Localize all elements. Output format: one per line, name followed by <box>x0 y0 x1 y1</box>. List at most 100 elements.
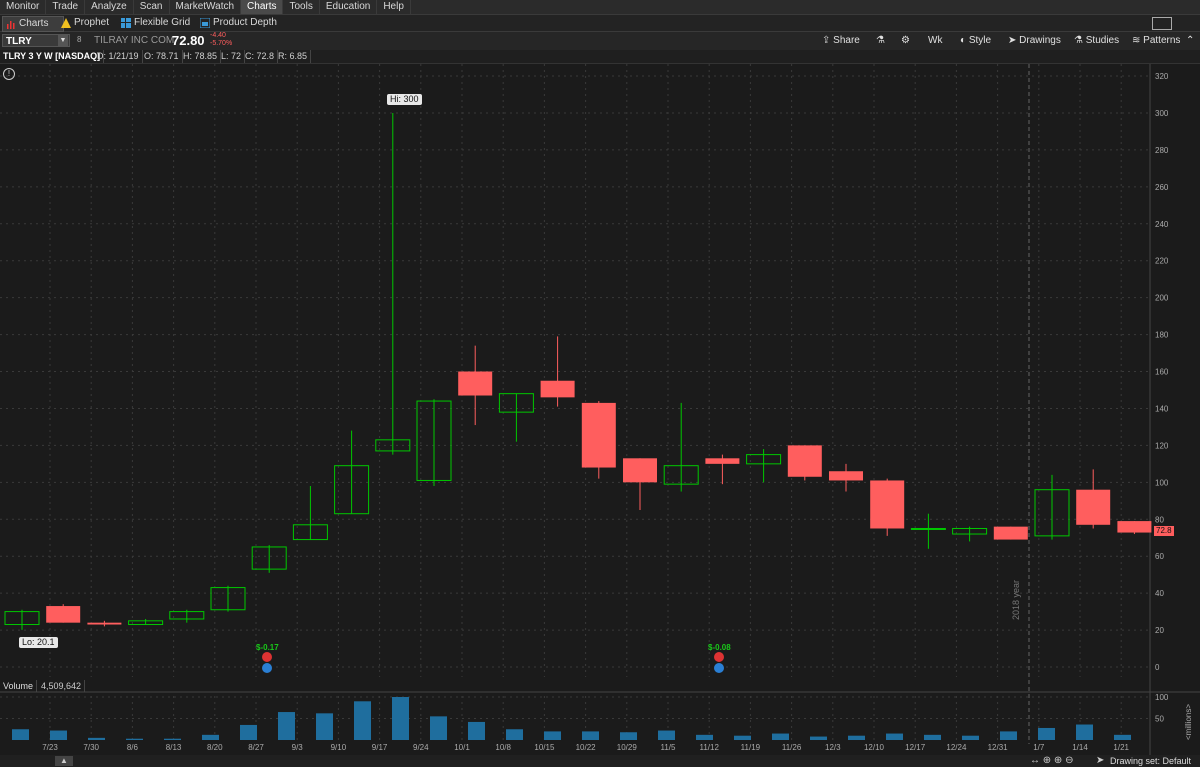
info-icon[interactable]: ! <box>3 68 15 80</box>
menu-item-trade[interactable]: Trade <box>46 0 86 14</box>
candle-body <box>1076 489 1111 525</box>
price-tick-label: 320 <box>1155 72 1169 81</box>
grid-icon <box>121 18 131 28</box>
price-tick-label: 140 <box>1155 404 1169 413</box>
candle-body <box>87 622 122 625</box>
window-layout-icon[interactable] <box>1152 17 1172 30</box>
date-tick-label: 12/24 <box>946 743 967 752</box>
menu-item-marketwatch[interactable]: MarketWatch <box>170 0 242 14</box>
info-close: C: 72.8 <box>242 50 279 63</box>
date-tick-label: 10/8 <box>495 743 511 752</box>
gear-icon[interactable]: ⚙ <box>901 34 910 48</box>
dividend-icon[interactable] <box>714 663 724 673</box>
menu-item-tools[interactable]: Tools <box>283 0 320 14</box>
volume-bar <box>50 730 67 740</box>
tab-label: Flexible Grid <box>134 17 191 28</box>
drawing-set-label: Drawing set: Default <box>1110 756 1192 766</box>
date-tick-label: 10/22 <box>576 743 597 752</box>
menu-item-analyze[interactable]: Analyze <box>85 0 134 14</box>
volume-bar <box>962 735 979 740</box>
candle-body <box>623 458 657 483</box>
volume-bar <box>468 721 485 740</box>
menu-item-help[interactable]: Help <box>377 0 411 14</box>
studies-button[interactable]: ⚗ Studies <box>1074 34 1119 48</box>
menu-item-charts[interactable]: Charts <box>241 0 284 14</box>
volume-unit: <millions> <box>1184 703 1193 740</box>
price-tick-label: 220 <box>1155 257 1169 266</box>
price-chart[interactable]: 0 20 40 60 80 100 120 140 160 180 200 220 240 260 280 3… <box>0 64 1200 755</box>
volume-value: 4,509,642 <box>38 680 86 692</box>
date-tick-label: 11/5 <box>661 743 677 752</box>
candle-body <box>46 606 81 623</box>
date-tick-label: 10/15 <box>534 743 555 752</box>
expand-icon[interactable]: ▲ <box>55 756 73 766</box>
price-tick-label: 300 <box>1155 109 1169 118</box>
symbol-bar: TLRY ▼ 8 TILRAY INC COM 72.80 -4.40 -5.7… <box>0 32 1200 51</box>
info-date: D: 1/21/19 <box>94 50 143 63</box>
candle-body <box>540 380 575 398</box>
patterns-button[interactable]: ≋ Patterns <box>1132 34 1180 48</box>
volume-bar <box>392 697 409 740</box>
price-tick-label: 200 <box>1155 294 1169 303</box>
date-tick-label: 9/10 <box>331 743 347 752</box>
period-selector[interactable]: Wk <box>928 34 942 48</box>
earnings-icon[interactable] <box>714 652 724 662</box>
menu-item-monitor[interactable]: Monitor <box>0 0 47 14</box>
candle-body <box>910 527 946 530</box>
volume-bar <box>620 732 637 740</box>
volume-bar <box>278 712 295 740</box>
info-low: L: 72 <box>218 50 246 63</box>
chart-title: TLRY 3 Y W [NASDAQ] <box>0 50 105 63</box>
tab-flexible-grid[interactable]: Flexible Grid <box>118 16 204 30</box>
share-button[interactable]: ⇪ Share <box>822 34 860 48</box>
volume-bar <box>924 734 941 740</box>
link-icon[interactable]: 8 <box>77 35 81 44</box>
cursor-icon[interactable]: ➤ <box>1096 755 1104 766</box>
high-label: Hi: 300 <box>387 94 422 105</box>
price-tick-label: 240 <box>1155 220 1169 229</box>
date-tick-label: 12/10 <box>864 743 885 752</box>
price-tick-label: 260 <box>1155 183 1169 192</box>
menu-item-education[interactable]: Education <box>320 0 378 14</box>
price-tick-label: 20 <box>1155 626 1164 635</box>
date-tick-label: 8/13 <box>166 743 182 752</box>
style-button[interactable]: ◐ Style <box>960 34 991 48</box>
date-tick-label: 12/3 <box>825 743 841 752</box>
price-tick-label: 120 <box>1155 441 1169 450</box>
tab-charts[interactable]: Charts <box>2 16 64 32</box>
volume-tick-label: 100 <box>1155 693 1169 702</box>
volume-bar <box>12 729 29 740</box>
year-divider-label: 2018 year <box>1011 579 1021 620</box>
chevron-down-icon[interactable]: ▼ <box>58 35 68 46</box>
net-change: -4.40 <box>210 32 226 39</box>
last-price: 72.80 <box>172 33 205 48</box>
volume-bar <box>506 729 523 740</box>
dividend-icon[interactable] <box>262 663 272 673</box>
depth-icon <box>200 18 210 28</box>
earnings-icon[interactable] <box>262 652 272 662</box>
candle-body <box>829 471 863 481</box>
tab-prophet[interactable]: Prophet <box>58 16 126 30</box>
menu-bar: Monitor Trade Analyze Scan MarketWatch Charts… <box>0 0 1200 15</box>
volume-bar <box>88 737 105 740</box>
volume-bar <box>582 731 599 740</box>
tab-label: Prophet <box>74 17 110 28</box>
volume-bar <box>1114 734 1131 740</box>
volume-bar <box>1038 727 1055 740</box>
studies-label: Studies <box>1085 35 1120 46</box>
volume-bar <box>430 716 447 740</box>
info-open: O: 78.71 <box>141 50 183 63</box>
menu-item-scan[interactable]: Scan <box>134 0 170 14</box>
volume-bar <box>1000 731 1017 740</box>
volume-bar <box>658 730 675 740</box>
price-tick-label: 60 <box>1155 552 1164 561</box>
tab-product-depth[interactable]: Product Depth <box>197 16 291 30</box>
price-tick-label: 40 <box>1155 589 1164 598</box>
flask-icon[interactable]: ⚗ <box>876 34 885 48</box>
date-tick-label: 1/14 <box>1072 743 1088 752</box>
pan-icon[interactable]: ↔ ⊕ ⊕ ⊖ <box>1030 755 1073 766</box>
drawings-button[interactable]: ➤ Drawings <box>1008 34 1061 48</box>
collapse-icon[interactable]: ⌃ <box>1186 34 1194 48</box>
date-tick-label: 8/27 <box>248 743 264 752</box>
date-tick-label: 11/12 <box>699 743 719 752</box>
